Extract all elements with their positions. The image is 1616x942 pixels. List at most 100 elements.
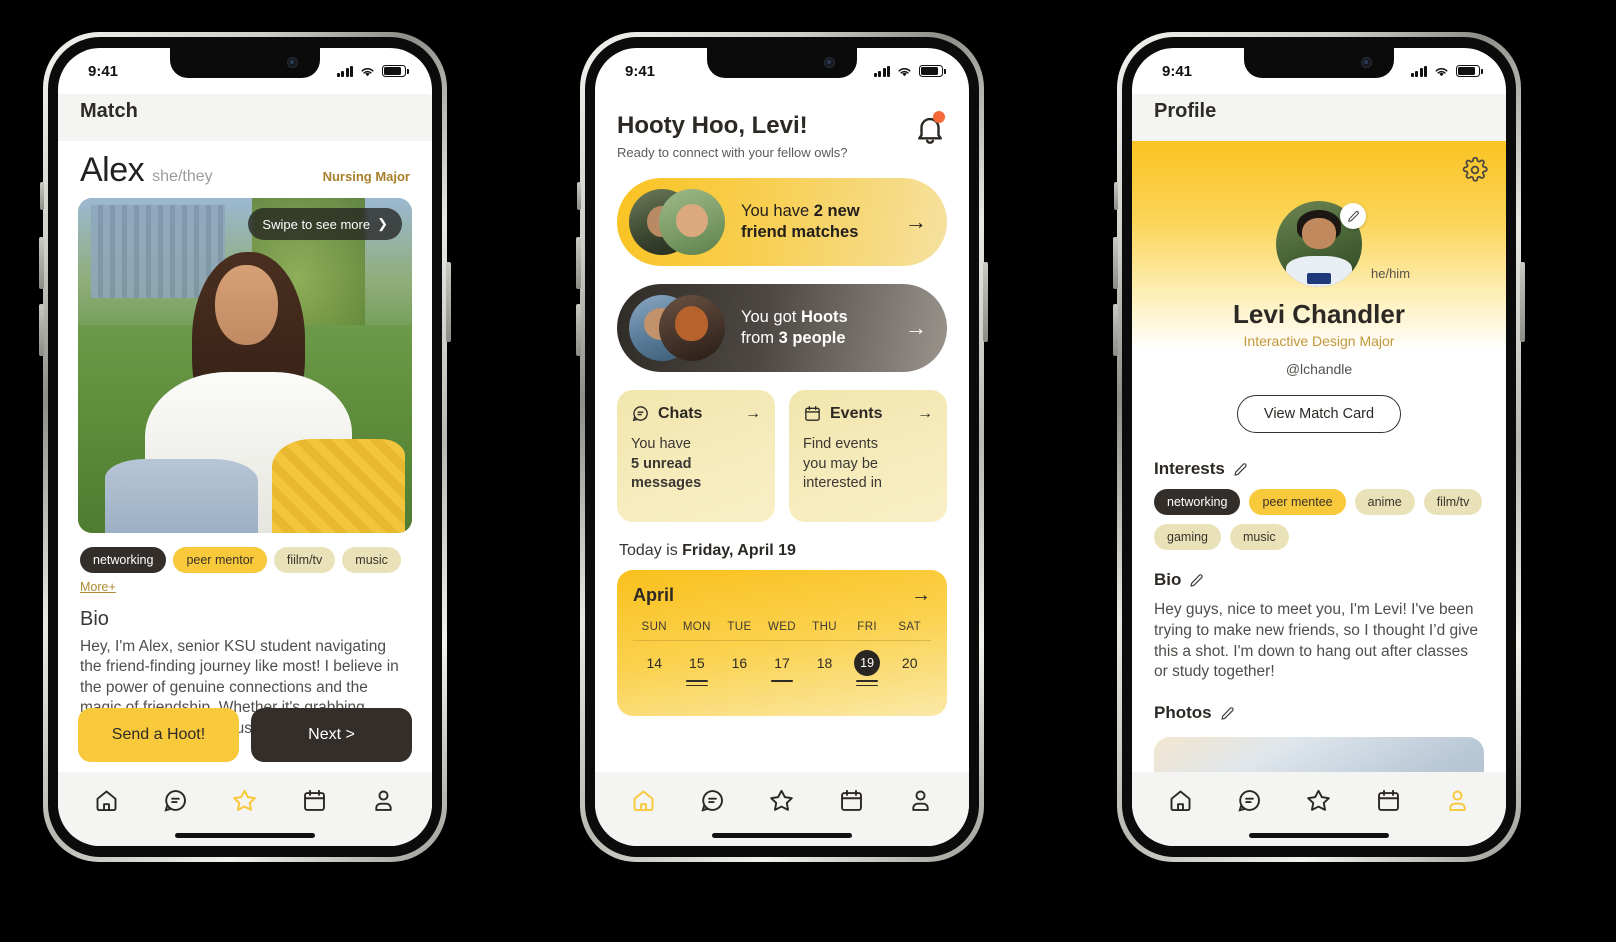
hoots-card[interactable]: You got Hoots from 3 people → [617,284,947,372]
chevron-right-icon: ❯ [377,216,388,231]
power-button[interactable] [446,262,451,342]
tag-chip[interactable]: music [342,547,401,573]
calendar-day[interactable]: 20 [888,650,931,694]
notifications-button[interactable] [913,111,947,146]
pencil-icon[interactable] [1189,573,1204,588]
bio-heading: Bio [80,608,109,630]
front-camera-icon [824,57,835,68]
friend-matches-card[interactable]: You have 2 new friend matches → [617,178,947,266]
tab-home[interactable] [1164,783,1198,817]
tab-chats[interactable] [1233,783,1267,817]
arrow-right-icon[interactable]: → [911,584,931,607]
view-match-card-button[interactable]: View Match Card [1236,395,1402,433]
volume-up-button[interactable] [39,237,44,289]
interest-chip[interactable]: music [1230,524,1289,550]
interest-chip[interactable]: peer mentee [1249,489,1346,515]
phone-device-match: 9:41 Match Alex she/they Nursing Major S… [39,32,451,862]
tab-events[interactable] [297,783,331,817]
tab-profile[interactable] [366,783,400,817]
wifi-icon [898,67,911,76]
interest-chip[interactable]: film/tv [1423,489,1483,515]
tab-chats[interactable] [159,783,193,817]
tab-match[interactable] [765,783,799,817]
today-prefix: Today is [619,542,683,559]
settings-button[interactable] [1462,156,1488,183]
tab-home[interactable] [627,783,661,817]
interest-chip[interactable]: networking [1154,489,1241,515]
volume-up-button[interactable] [1113,237,1118,289]
pencil-icon[interactable] [1233,462,1248,477]
greeting-title: Hooty Hoo, Levi! [617,112,808,139]
calendar-day[interactable]: 16 [718,650,761,694]
chats-card-body: You have 5 unread messages [631,423,761,494]
more-tags-link[interactable]: More+ [80,580,116,594]
silent-switch[interactable] [40,182,44,210]
home-indicator [712,833,852,838]
chats-line-3: messages [631,475,702,492]
silent-switch[interactable] [1114,182,1118,210]
day-number: 14 [646,655,663,671]
chats-card-title: Chats [658,404,703,422]
calendar-day[interactable]: 14 [633,650,676,694]
volume-down-button[interactable] [39,304,44,356]
photo-person-face [214,265,279,346]
volume-down-button[interactable] [1113,304,1118,356]
calendar-day[interactable]: 15 [676,650,719,694]
power-button[interactable] [983,262,988,342]
tag-chip[interactable]: networking [80,547,167,573]
notification-badge [933,111,945,123]
chats-card[interactable]: Chats → You have 5 unread messages [617,390,775,522]
calendar-day[interactable]: 18 [803,650,846,694]
dow-label: THU [812,621,837,633]
events-card[interactable]: Events → Find events you may be interested… [789,390,947,522]
swipe-hint-pill[interactable]: Swipe to see more ❯ [248,208,402,240]
chats-line-1: You have [631,436,691,452]
tab-events[interactable] [1371,783,1405,817]
edit-avatar-button[interactable] [1340,203,1366,229]
send-hoot-button[interactable]: Send a Hoot! [78,708,239,762]
hoots-text: You got Hoots from 3 people [741,307,889,350]
home-icon [96,790,117,811]
avatar-face [1301,218,1337,250]
volume-down-button[interactable] [576,304,581,356]
silent-switch[interactable] [577,182,581,210]
home-icon [1170,790,1191,811]
star-icon [770,789,794,811]
hoots-count: 3 people [778,329,846,347]
tab-chats[interactable] [696,783,730,817]
calendar-day[interactable]: 17 [761,650,804,694]
tab-profile[interactable] [1440,783,1474,817]
calendar-dow-row: SUN MON TUE WED THU FRI SAT [633,607,931,640]
next-button[interactable]: Next > [251,708,412,762]
photos-heading-row: Photos [1154,683,1484,733]
arrow-right-icon: → [917,404,933,422]
events-card-body: Find events you may be interested in [803,423,933,494]
tab-profile[interactable] [903,783,937,817]
calendar-day-selected[interactable]: 19 [846,650,889,694]
interest-chip[interactable]: gaming [1154,524,1221,550]
tab-home[interactable] [90,783,124,817]
day-number: 18 [816,655,833,671]
status-time: 9:41 [88,62,119,80]
hoots-avatars [629,295,725,361]
tag-chip[interactable]: fiilm/tv [273,547,336,573]
pencil-icon[interactable] [1220,706,1235,721]
match-photo[interactable]: Swipe to see more ❯ [78,198,412,533]
tag-chip[interactable]: peer mentor [173,547,267,573]
calendar-widget[interactable]: April → SUN MON TUE WED THU FRI SAT 14 1… [617,570,947,716]
greeting-row: Hooty Hoo, Levi! Ready to connect with y… [617,98,947,160]
tab-match[interactable] [1302,783,1336,817]
profile-major: Interactive Design Major [1243,333,1395,349]
power-button[interactable] [1520,262,1525,342]
tab-match[interactable] [228,783,262,817]
interest-chip[interactable]: anime [1354,489,1415,515]
tab-events[interactable] [834,783,868,817]
screen-match: 9:41 Match Alex she/they Nursing Major S… [58,48,432,846]
notch [1244,48,1394,78]
screen-profile: 9:41 Profile he/him Levi Chandler Intera… [1132,48,1506,846]
dow-label: MON [682,621,711,633]
day-number: 15 [689,655,705,671]
matches-plain-1: You have [741,201,814,220]
page-title: Profile [1132,94,1506,141]
volume-up-button[interactable] [576,237,581,289]
